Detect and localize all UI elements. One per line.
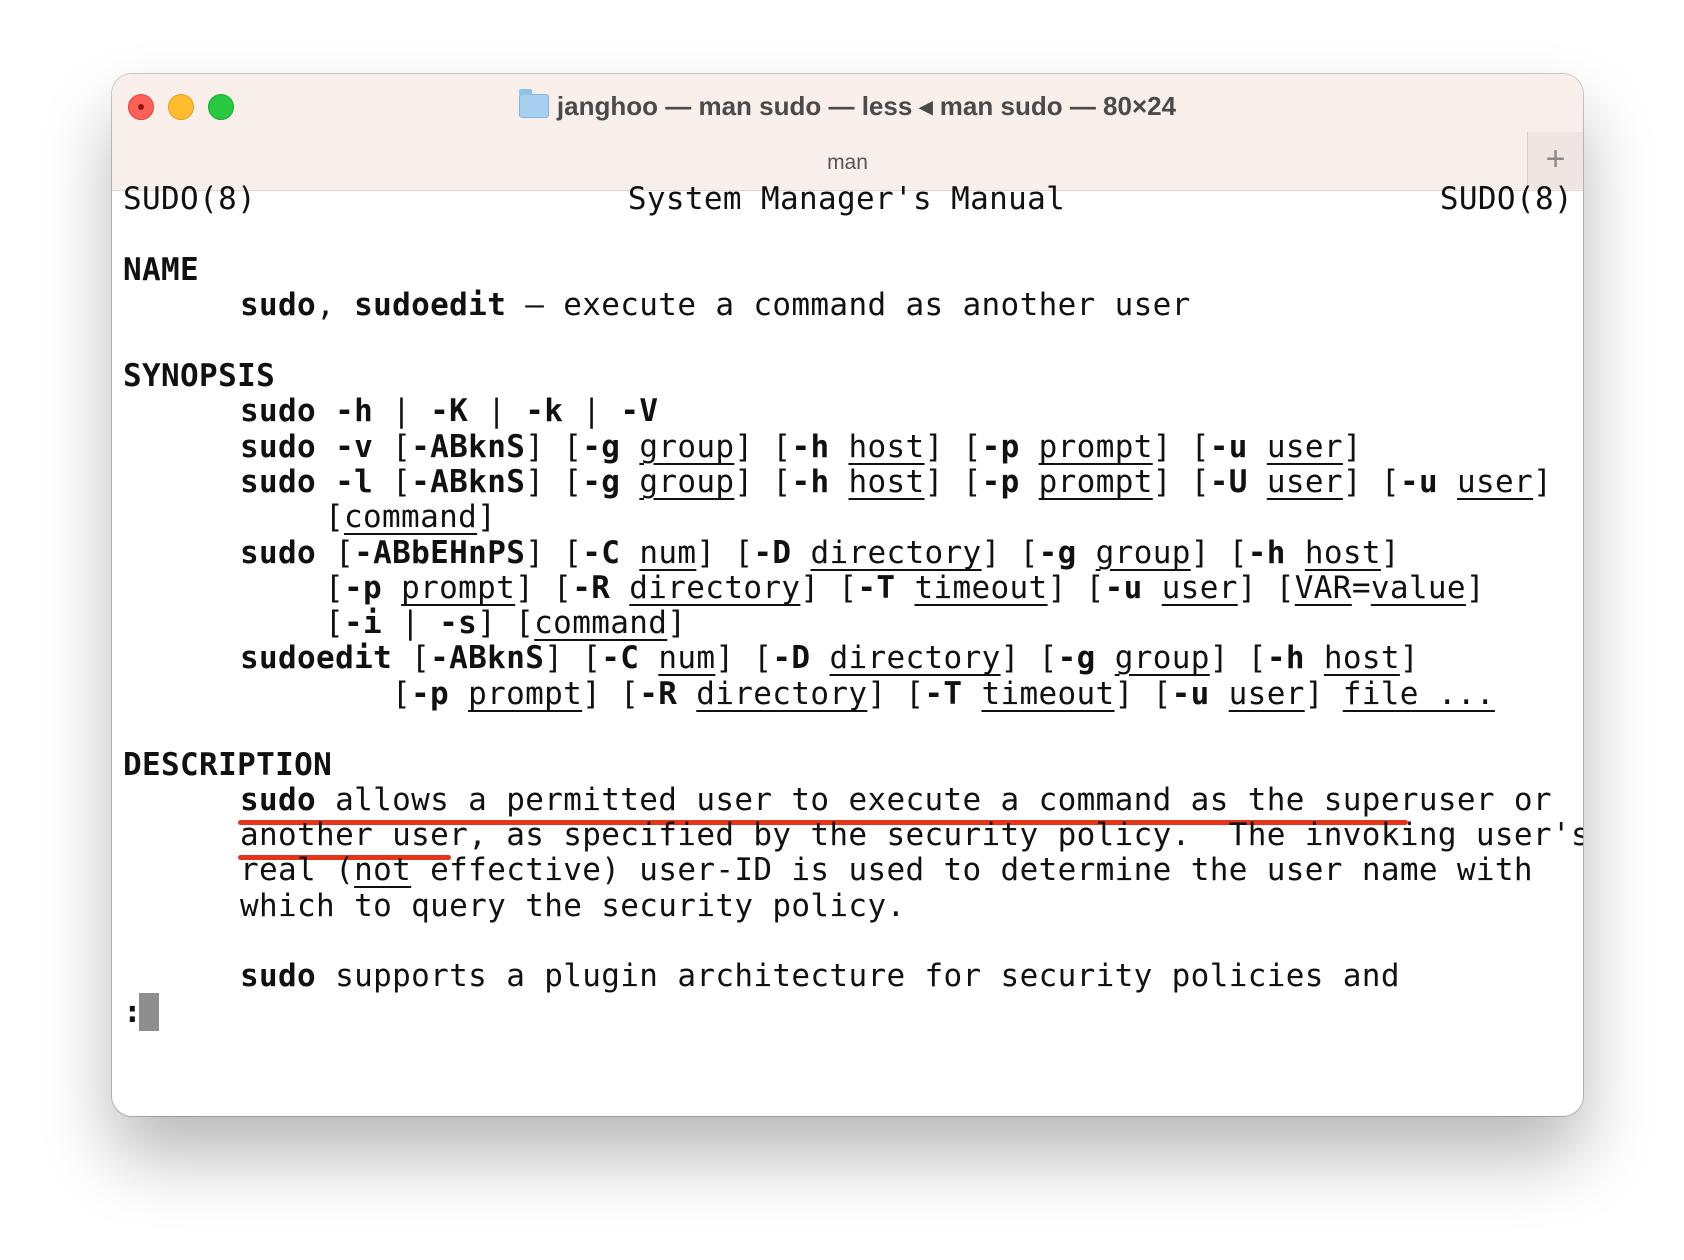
synopsis-line: sudo -h | -K | -k | -V xyxy=(240,393,659,429)
terminal-content[interactable]: SUDO(8) System Manager's Manual SUDO(8) … xyxy=(123,180,1583,1110)
terminal-window: janghoo — man sudo — less ◂ man sudo — 8… xyxy=(112,74,1583,1116)
section-heading-description: DESCRIPTION xyxy=(123,747,333,783)
text-cursor xyxy=(139,993,159,1031)
section-heading-synopsis: SYNOPSIS xyxy=(123,358,276,394)
description-line: another user, as specified by the securi… xyxy=(240,817,1583,853)
synopsis-line: sudoedit [-ABknS] [-C num] [-D directory… xyxy=(240,640,1419,676)
synopsis-line: [-p prompt] [-R directory] [-T timeout] … xyxy=(325,570,1485,606)
window-title: janghoo — man sudo — less ◂ man sudo — 8… xyxy=(112,88,1583,124)
synopsis-line: sudo -v [-ABknS] [-g group] [-h host] [-… xyxy=(240,429,1362,465)
description-line: sudo allows a permitted user to execute … xyxy=(240,782,1552,818)
section-heading-name: NAME xyxy=(123,252,200,288)
name-line: sudo, sudoedit – execute a command as an… xyxy=(240,287,1191,323)
description-line: which to query the security policy. xyxy=(240,888,906,924)
synopsis-line: [-p prompt] [-R directory] [-T timeout] … xyxy=(392,676,1495,712)
man-header-center: System Manager's Manual xyxy=(627,181,1066,217)
description-line: real (not effective) user-ID is used to … xyxy=(240,852,1533,888)
window-title-text: janghoo — man sudo — less ◂ man sudo — 8… xyxy=(556,91,1177,121)
tab-man[interactable]: man xyxy=(112,148,1583,178)
man-header-right: SUDO(8) xyxy=(1439,181,1573,217)
synopsis-line: [command] xyxy=(325,499,497,535)
title-bar: janghoo — man sudo — less ◂ man sudo — 8… xyxy=(112,74,1583,191)
synopsis-line: sudo -l [-ABknS] [-g group] [-h host] [-… xyxy=(240,464,1553,500)
synopsis-line: [-i | -s] [command] xyxy=(325,605,687,641)
description-line: sudo supports a plugin architecture for … xyxy=(240,958,1400,994)
folder-icon xyxy=(518,89,549,118)
synopsis-line: sudo [-ABbEHnPS] [-C num] [-D directory]… xyxy=(240,535,1400,571)
